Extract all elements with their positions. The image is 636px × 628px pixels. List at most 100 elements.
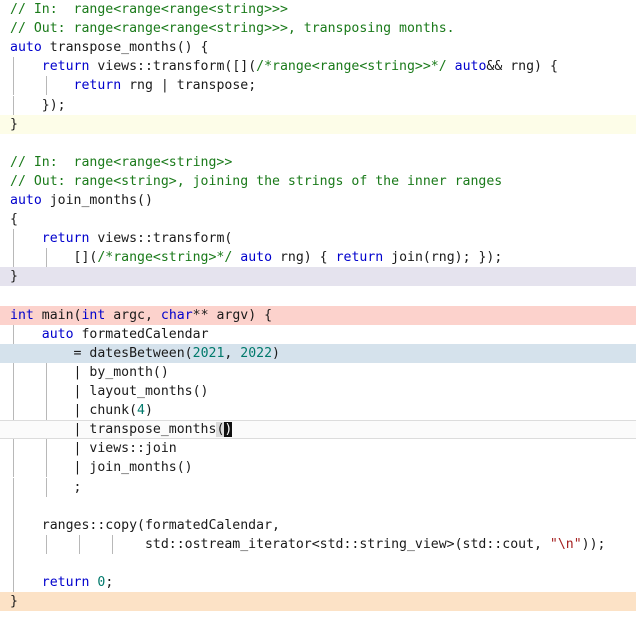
- code-line[interactable]: });: [0, 96, 636, 115]
- code-line[interactable]: return 0;: [0, 573, 636, 592]
- code-line[interactable]: // In: range<range<range<string>>>: [0, 0, 636, 19]
- token-comment: /*range<range<string>>*/: [256, 59, 447, 75]
- code-line[interactable]: = datesBetween(2021, 2022): [0, 343, 636, 363]
- code-line-text: return 0;: [10, 575, 114, 590]
- code-line-text: | layout_months(): [10, 384, 209, 399]
- code-line-text: }: [10, 117, 18, 132]
- code-line[interactable]: [0, 497, 636, 516]
- code-line[interactable]: | by_month(): [0, 363, 636, 382]
- code-line[interactable]: auto transpose_months() {: [0, 38, 636, 57]
- token-plain: ): [272, 345, 280, 361]
- token-plain: transpose_months() {: [41, 40, 209, 56]
- code-line-text: | views::join: [10, 441, 177, 456]
- token-plain: rng | transpose;: [121, 78, 257, 94]
- code-line-text: }: [10, 269, 18, 284]
- code-line[interactable]: auto join_months(): [0, 191, 636, 210]
- token-keyword: auto: [454, 59, 487, 75]
- code-line[interactable]: return views::transform(: [0, 229, 636, 248]
- code-line-text: return rng | transpose;: [10, 78, 257, 94]
- token-plain: views::transform(: [89, 231, 233, 247]
- code-line[interactable]: std::ostream_iterator<std::string_view>(…: [0, 535, 636, 554]
- code-line-text: // Out: range<range<range<string>>>, tra…: [10, 21, 455, 36]
- token-plain: ,: [224, 345, 241, 361]
- token-plain: | by_month(): [10, 364, 169, 380]
- token-plain: formatedCalendar: [73, 326, 209, 342]
- token-comment: /*range<string>*/: [97, 250, 233, 266]
- code-line[interactable]: [0, 134, 636, 153]
- code-line[interactable]: ranges::copy(formatedCalendar,: [0, 516, 636, 535]
- token-plain: join(rng); });: [383, 250, 503, 266]
- code-line-text: | join_months(): [10, 460, 193, 475]
- token-keyword: auto: [41, 326, 74, 342]
- code-line[interactable]: }: [0, 114, 636, 134]
- code-line[interactable]: | views::join: [0, 439, 636, 458]
- token-keyword: return: [335, 250, 384, 266]
- token-comment: // In: range<range<range<string>>>: [10, 2, 288, 17]
- code-line-text: [](/*range<string>*/ auto rng) { return …: [10, 250, 503, 266]
- code-lines-layer[interactable]: // In: range<range<range<string>>> // Out…: [0, 0, 636, 628]
- token-plain: && rng) {: [486, 59, 558, 75]
- code-line[interactable]: return rng | transpose;: [0, 76, 636, 95]
- token-plain: ;: [10, 479, 82, 495]
- token-keyword: int: [10, 307, 34, 323]
- code-line[interactable]: }: [0, 592, 636, 612]
- code-line-text: ranges::copy(formatedCalendar,: [10, 518, 280, 533]
- token-plain: });: [10, 97, 66, 113]
- token-keyword: return: [41, 231, 90, 247]
- token-plain: {: [10, 212, 18, 228]
- token-plain: std::ostream_iterator<std::string_view>(…: [10, 536, 550, 552]
- token-keyword: return: [41, 59, 90, 75]
- token-plain: join_months(): [41, 193, 153, 208]
- code-line[interactable]: [](/*range<string>*/ auto rng) { return …: [0, 248, 636, 267]
- code-line-text: | by_month(): [10, 365, 169, 380]
- token-plain: = datesBetween(: [10, 345, 193, 361]
- code-line[interactable]: | layout_months(): [0, 382, 636, 401]
- code-line[interactable]: }: [0, 267, 636, 287]
- token-plain: | chunk(: [10, 403, 138, 419]
- token-keyword: int: [81, 307, 106, 323]
- token-plain: [](: [10, 250, 98, 266]
- code-line-text: | chunk(4): [10, 403, 153, 418]
- token-plain: ** argv) {: [192, 307, 273, 323]
- code-line-text: = datesBetween(2021, 2022): [10, 346, 280, 361]
- code-line-text: {: [10, 212, 18, 227]
- code-line-text: std::ostream_iterator<std::string_view>(…: [10, 536, 606, 552]
- token-number: 2021: [192, 345, 225, 361]
- code-line[interactable]: // In: range<range<string>>: [0, 153, 636, 172]
- token-keyword: return: [73, 78, 122, 94]
- code-editor[interactable]: // In: range<range<range<string>>> // Out…: [0, 0, 636, 628]
- code-line[interactable]: [0, 287, 636, 306]
- code-line-text: // Out: range<string>, joining the strin…: [10, 174, 502, 189]
- code-line[interactable]: | join_months(): [0, 458, 636, 477]
- code-line[interactable]: // Out: range<range<range<string>>>, tra…: [0, 19, 636, 38]
- code-line[interactable]: return views::transform([](/*range<range…: [0, 57, 636, 76]
- token-plain: ranges::copy(formatedCalendar,: [10, 517, 280, 533]
- code-line[interactable]: {: [0, 210, 636, 229]
- code-line-text: auto formatedCalendar: [10, 327, 209, 342]
- code-line-text: ;: [10, 479, 82, 495]
- code-line[interactable]: [0, 554, 636, 573]
- token-plain: views::transform([](: [89, 59, 257, 75]
- token-comment: // Out: range<string>, joining the strin…: [10, 173, 503, 189]
- token-comment: // Out: range<range<range<string>>>, tra…: [10, 21, 455, 37]
- code-line[interactable]: int main(int argc, char** argv) {: [0, 305, 636, 325]
- code-line[interactable]: ;: [0, 478, 636, 497]
- code-line[interactable]: // Out: range<string>, joining the strin…: [0, 172, 636, 191]
- code-line[interactable]: auto formatedCalendar: [0, 325, 636, 344]
- code-line-text: auto transpose_months() {: [10, 40, 209, 55]
- token-plain: | layout_months(): [10, 384, 209, 399]
- token-plain: }: [10, 594, 18, 610]
- token-keyword: char: [160, 307, 193, 323]
- code-line-text: return views::transform([](/*range<range…: [10, 59, 558, 74]
- token-string: "\n": [549, 536, 582, 552]
- code-line[interactable]: | transpose_months(): [0, 420, 636, 440]
- code-line[interactable]: | chunk(4): [0, 401, 636, 420]
- token-plain: }: [10, 116, 18, 132]
- code-line-text: return views::transform(: [10, 231, 233, 247]
